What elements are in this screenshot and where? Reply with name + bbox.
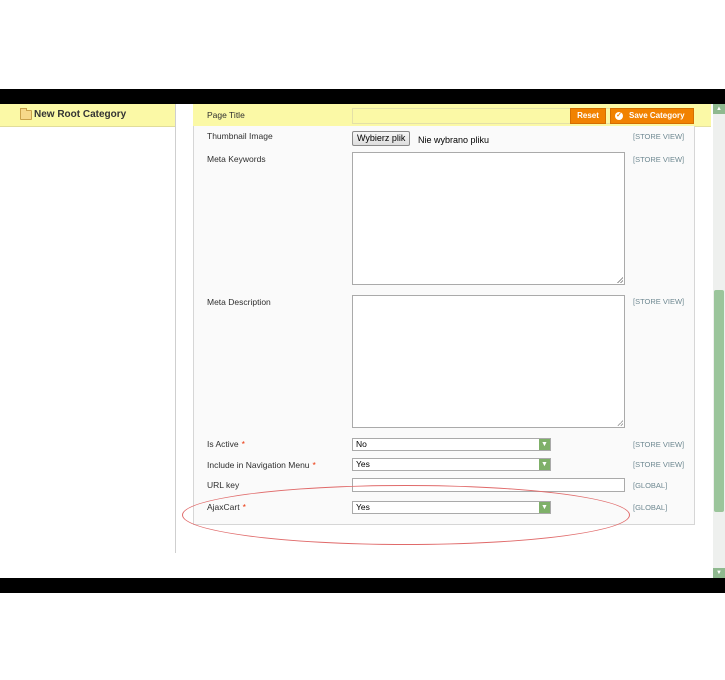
url-key-label: URL key — [207, 480, 240, 490]
include-in-nav-select[interactable]: Yes ▼ — [352, 458, 551, 471]
meta-description-scope: [STORE VIEW] — [633, 297, 685, 306]
save-category-button[interactable]: ✓ Save Category — [610, 108, 694, 124]
meta-keywords-label: Meta Keywords — [207, 154, 266, 164]
include-in-nav-scope: [STORE VIEW] — [633, 460, 685, 469]
check-circle-icon: ✓ — [615, 112, 623, 120]
is-active-label-text: Is Active — [207, 439, 239, 449]
meta-keywords-textarea[interactable] — [352, 152, 625, 285]
resize-grip-icon[interactable] — [617, 277, 623, 283]
red-highlight-ellipse — [182, 485, 630, 545]
include-in-nav-value: Yes — [356, 459, 370, 469]
is-active-scope: [STORE VIEW] — [633, 440, 685, 449]
scroll-up-icon[interactable]: ▲ — [713, 104, 725, 114]
is-active-select[interactable]: No ▼ — [352, 438, 551, 451]
meta-description-textarea[interactable] — [352, 295, 625, 428]
is-active-value: No — [356, 439, 367, 449]
sidebar-divider — [175, 104, 176, 553]
required-marker: * — [241, 439, 245, 449]
ajaxcart-scope: [GLOBAL] — [633, 503, 668, 512]
thumbnail-image-label: Thumbnail Image — [207, 131, 273, 141]
resize-grip-icon[interactable] — [617, 420, 623, 426]
meta-description-label: Meta Description — [207, 297, 271, 307]
is-active-label: Is Active * — [207, 439, 245, 449]
include-in-nav-label: Include in Navigation Menu * — [207, 460, 316, 470]
include-in-nav-label-text: Include in Navigation Menu — [207, 460, 310, 470]
required-marker: * — [312, 460, 316, 470]
url-key-scope: [GLOBAL] — [633, 481, 668, 490]
top-black-bar — [0, 89, 725, 104]
save-category-label: Save Category — [629, 111, 685, 120]
chevron-down-icon[interactable]: ▼ — [539, 459, 550, 470]
chevron-down-icon[interactable]: ▼ — [539, 439, 550, 450]
bottom-black-bar — [0, 578, 725, 593]
vertical-scrollbar[interactable]: ▲ ▼ — [713, 104, 725, 578]
choose-file-button[interactable]: Wybierz plik — [352, 131, 411, 146]
tree-item-new-root-category[interactable]: New Root Category — [34, 109, 126, 120]
folder-icon — [20, 108, 32, 120]
scroll-down-icon[interactable]: ▼ — [713, 568, 725, 578]
reset-button[interactable]: Reset — [570, 108, 606, 124]
thumbnail-scope: [STORE VIEW] — [633, 132, 685, 141]
file-status-text: Nie wybrano pliku — [418, 135, 490, 145]
page-title-label: Page Title — [207, 110, 245, 120]
meta-keywords-scope: [STORE VIEW] — [633, 155, 685, 164]
scrollbar-thumb[interactable] — [714, 290, 724, 512]
